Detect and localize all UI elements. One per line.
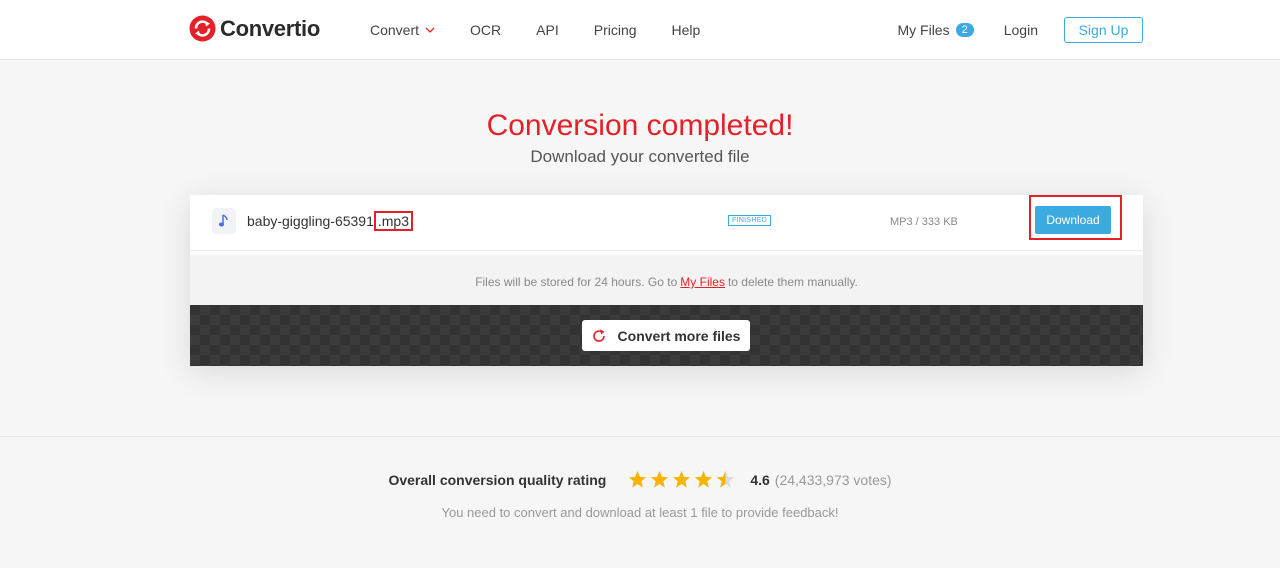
file-extension: .mp3	[373, 211, 413, 231]
nav-pricing[interactable]: Pricing	[594, 22, 637, 38]
login-link[interactable]: Login	[1004, 22, 1038, 38]
result-card: baby-giggling-65391 .mp3 FINISHED MP3 / 3…	[190, 195, 1143, 366]
storage-note-prefix: Files will be stored for 24 hours. Go to	[475, 275, 678, 289]
top-header: Convertio Convert OCR API Pricing Help M…	[0, 0, 1280, 60]
section-divider	[0, 436, 1280, 437]
nav-convert-label: Convert	[370, 21, 420, 38]
file-row: baby-giggling-65391 .mp3 FINISHED MP3 / 3…	[190, 195, 1143, 251]
nav-convert[interactable]: Convert	[370, 22, 435, 38]
nav-api[interactable]: API	[536, 22, 559, 38]
music-note-icon	[212, 208, 236, 234]
convert-more-bar: Convert more files	[190, 305, 1143, 366]
my-files-count-badge: 2	[955, 22, 974, 37]
my-files-label: My Files	[897, 21, 950, 38]
rating-score: 4.6	[750, 471, 770, 488]
status-badge: FINISHED	[728, 215, 772, 226]
star-icon[interactable]	[628, 470, 647, 489]
star-icon[interactable]	[672, 470, 691, 489]
convert-more-label: Convert more files	[617, 327, 741, 344]
signup-button[interactable]: Sign Up	[1064, 16, 1143, 43]
star-icon[interactable]	[650, 470, 669, 489]
page-title: Conversion completed!	[486, 109, 794, 142]
file-format-size: MP3 / 333 KB	[890, 216, 958, 228]
storage-note: Files will be stored for 24 hours. Go to…	[190, 255, 1143, 309]
rating-row: Overall conversion quality rating 4.6 (2…	[0, 470, 1280, 489]
feedback-note: You need to convert and download at leas…	[441, 505, 839, 520]
storage-note-suffix: to delete them manually.	[727, 275, 858, 289]
convertio-logo[interactable]: Convertio	[189, 15, 320, 42]
nav-ocr[interactable]: OCR	[470, 22, 501, 38]
logo-text: Convertio	[220, 15, 320, 41]
rating-stars	[628, 470, 738, 489]
convert-more-button[interactable]: Convert more files	[582, 320, 750, 351]
page-subtitle: Download your converted file	[530, 147, 750, 166]
download-button[interactable]: Download	[1035, 206, 1111, 234]
refresh-icon	[592, 329, 605, 342]
my-files-inline-link[interactable]: My Files	[680, 275, 725, 289]
convertio-logo-icon	[189, 15, 216, 42]
rating-votes: (24,433,973 votes)	[774, 471, 892, 488]
account-nav: My Files 2 Login Sign Up	[897, 0, 1143, 59]
file-name: baby-giggling-65391 .mp3	[247, 211, 413, 231]
file-basename: baby-giggling-65391	[247, 213, 374, 229]
rating-label: Overall conversion quality rating	[388, 471, 607, 488]
nav-help[interactable]: Help	[672, 22, 701, 38]
my-files-link[interactable]: My Files 2	[897, 21, 974, 38]
main-nav: Convert OCR API Pricing Help	[370, 0, 735, 59]
chevron-down-icon	[425, 27, 435, 33]
half-star-icon[interactable]	[716, 470, 735, 489]
star-icon[interactable]	[694, 470, 713, 489]
